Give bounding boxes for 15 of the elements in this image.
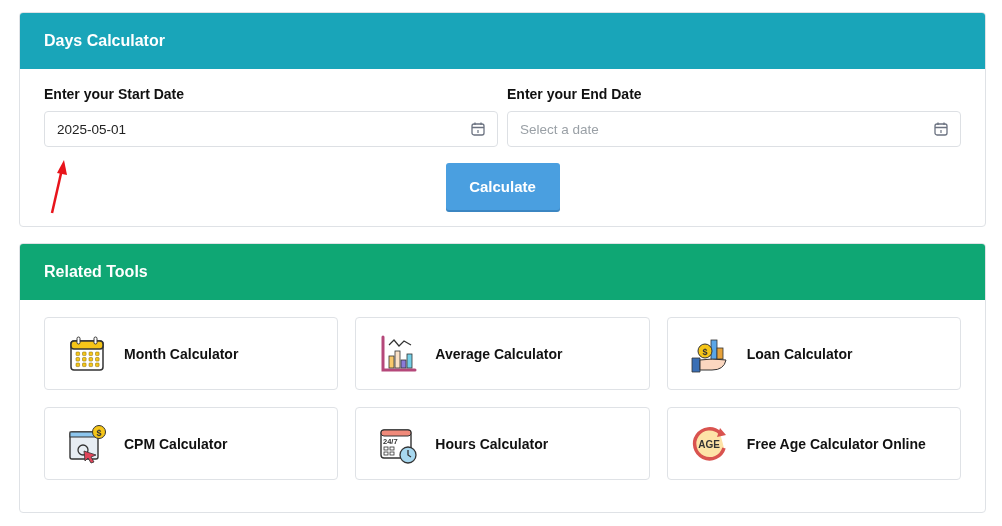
tool-link[interactable]: Average Calculator xyxy=(355,317,650,390)
tool-link[interactable]: AGE Free Age Calculator Online xyxy=(666,407,961,480)
tool-link[interactable]: $ Loan Calculator xyxy=(666,317,961,390)
card-title: Related Tools xyxy=(44,263,148,281)
tool-link[interactable]: Month Calculator xyxy=(44,317,339,390)
card-title: Days Calculator xyxy=(44,32,165,50)
date-field[interactable]: Select a date xyxy=(507,111,961,147)
date-field[interactable]: 2025-05-01 xyxy=(44,111,498,147)
field-label: Enter your Start Date xyxy=(44,86,186,102)
calendar-icon xyxy=(67,333,107,374)
field-label: Enter your End Date xyxy=(507,86,643,102)
annotation-arrow xyxy=(49,159,69,215)
tool-link[interactable]: $ CPM Calculator xyxy=(44,407,339,480)
calendar-icon[interactable] xyxy=(933,121,949,137)
calendar-icon[interactable] xyxy=(470,121,486,137)
